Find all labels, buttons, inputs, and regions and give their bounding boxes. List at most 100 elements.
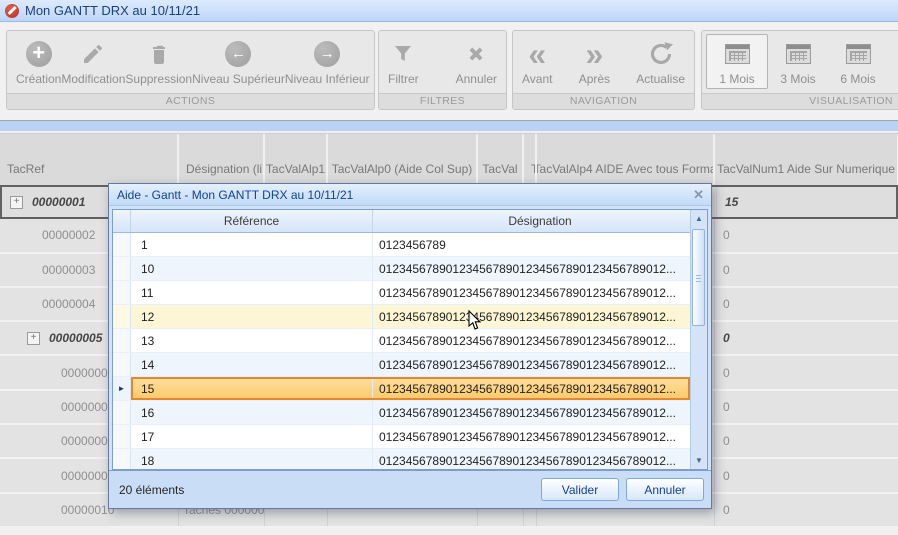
toolbar-button-label: Actualise <box>636 72 685 86</box>
dialog-titlebar[interactable]: Aide - Gantt - Mon GANTT DRX au 10/11/21… <box>109 184 711 206</box>
reference-cell: 1 <box>131 233 373 256</box>
row-gutter <box>113 353 131 376</box>
row-gutter <box>113 329 131 352</box>
toolbar-group-caption: FILTRES <box>379 93 506 109</box>
grid-header-row: TacRefDésignation (liTacValAlp1TacValAlp… <box>0 133 898 185</box>
column-header-tacval[interactable]: TacVal <box>478 134 524 185</box>
row-gutter <box>113 449 131 469</box>
toolbar-button-label: Niveau Inférieur <box>285 72 370 86</box>
app-icon <box>5 4 19 18</box>
tacvalnum1-cell: 0 <box>715 219 898 251</box>
toolbar-button-label: Filtrer <box>388 72 419 86</box>
annuler-button[interactable]: Annuler <box>626 478 704 501</box>
designation-cell: 0123456789012345678901234567890123456789… <box>373 425 690 448</box>
dialog-row-16[interactable]: 1601234567890123456789012345678901234567… <box>113 401 690 425</box>
dialog-row-1[interactable]: 10123456789 <box>113 233 690 257</box>
scroll-down-icon[interactable]: ▼ <box>691 456 707 465</box>
num-value: 15 <box>725 195 738 209</box>
valider-button[interactable]: Valider <box>541 478 619 501</box>
tacvalnum1-cell: 0 <box>715 322 898 354</box>
toolbar-button-niveau-superieur[interactable]: ←Niveau Supérieur <box>192 38 285 86</box>
dialog-row-17[interactable]: 1701234567890123456789012345678901234567… <box>113 425 690 449</box>
dialog-row-12[interactable]: 1201234567890123456789012345678901234567… <box>113 305 690 329</box>
toolbar-button-label: Modification <box>61 72 125 86</box>
column-header-designation-li[interactable]: Désignation (li <box>179 134 265 185</box>
dialog-table: RéférenceDésignation 1012345678910012345… <box>112 209 708 470</box>
toolbar-button-label: Avant <box>522 72 552 86</box>
tacref-value: 00000001 <box>32 195 85 209</box>
num-value: 0 <box>723 297 730 311</box>
toolbar-group-visualisation: 1 Mois3 Mois6 Mois VISUALISATION <box>701 30 898 110</box>
toolbar-button-avant[interactable]: «Avant <box>522 38 552 86</box>
dialog-column-header-designation[interactable]: Désignation <box>373 210 707 232</box>
toolbar-button-niveau-inferieur[interactable]: → Niveau Inférieur <box>285 38 370 86</box>
dialog-rows: 1012345678910012345678901234567890123456… <box>113 233 690 469</box>
window-title: Mon GANTT DRX au 10/11/21 <box>25 3 200 18</box>
trash-icon <box>147 38 171 70</box>
dialog-row-18[interactable]: 1801234567890123456789012345678901234567… <box>113 449 690 469</box>
toolbar-button-6-mois[interactable]: 6 Mois <box>828 38 888 86</box>
arrow-right-circle-icon: → <box>314 38 340 70</box>
dialog-row-15[interactable]: ►150123456789012345678901234567890123456… <box>113 377 690 401</box>
reference-cell: 14 <box>131 353 373 376</box>
reference-cell: 11 <box>131 281 373 304</box>
toolbar-button-filtrer[interactable]: Filtrer <box>388 38 419 86</box>
toolbar-button-creation[interactable]: +Création <box>16 38 61 86</box>
dialog-row-13[interactable]: 1301234567890123456789012345678901234567… <box>113 329 690 353</box>
arrow-left-circle-icon: ← <box>225 38 251 70</box>
dialog-column-header-reference[interactable]: Référence <box>131 210 373 232</box>
designation-cell: 0123456789012345678901234567890123456789… <box>373 401 690 424</box>
num-value: 0 <box>723 469 730 483</box>
dialog-row-10[interactable]: 1001234567890123456789012345678901234567… <box>113 257 690 281</box>
scroll-grip-icon <box>696 275 701 283</box>
toolbar-group-caption: VISUALISATION <box>702 93 898 109</box>
reference-cell: 12 <box>131 305 373 328</box>
column-header-t[interactable]: T <box>524 134 537 185</box>
designation-cell: 0123456789012345678901234567890123456789… <box>373 257 690 280</box>
toolbar-button-annuler[interactable]: Annuler <box>456 38 497 86</box>
tacref-value: 00000004 <box>42 297 95 311</box>
num-value: 0 <box>723 263 730 277</box>
num-value: 0 <box>723 400 730 414</box>
toolbar-button-actualise[interactable]: Actualise <box>636 38 685 86</box>
calendar-3-icon <box>786 38 811 70</box>
dialog-row-14[interactable]: 1401234567890123456789012345678901234567… <box>113 353 690 377</box>
designation-cell: 0123456789012345678901234567890123456789… <box>373 377 690 400</box>
dialog-scrollbar[interactable]: ▲ ▼ <box>690 210 707 469</box>
toolbar-button-1-mois[interactable]: 1 Mois <box>706 34 768 89</box>
column-header-tacvalalp1[interactable]: TacValAlp1 <box>265 134 328 185</box>
designation-cell: 0123456789012345678901234567890123456789… <box>373 281 690 304</box>
close-icon[interactable]: ✕ <box>693 187 704 203</box>
row-gutter <box>113 305 131 328</box>
tacvalnum1-cell: 0 <box>715 254 898 286</box>
toolbar-button-apres[interactable]: »Après <box>579 38 610 86</box>
designation-cell: 0123456789012345678901234567890123456789… <box>373 353 690 376</box>
column-header-tacvalnum1-aide-sur-numerique[interactable]: TacValNum1 Aide Sur Numerique <box>715 134 898 185</box>
scroll-thumb[interactable] <box>692 229 705 326</box>
reference-cell: 13 <box>131 329 373 352</box>
window-titlebar: Mon GANTT DRX au 10/11/21 <box>0 0 898 22</box>
aide-dialog: Aide - Gantt - Mon GANTT DRX au 10/11/21… <box>108 183 712 509</box>
refresh-icon <box>648 38 674 70</box>
tacref-value: 00000008 <box>61 434 114 448</box>
toolbar-button-3-mois[interactable]: 3 Mois <box>768 38 828 86</box>
toolbar-group-navigation: «Avant»AprèsActualiseNAVIGATION <box>512 30 695 110</box>
toolbar: +CréationModificationSuppression←Niveau … <box>0 23 898 121</box>
dialog-row-11[interactable]: 1101234567890123456789012345678901234567… <box>113 281 690 305</box>
tacref-value: 00000005 <box>49 331 102 345</box>
tacvalnum1-cell: 0 <box>715 288 898 320</box>
expand-icon[interactable]: + <box>10 196 23 209</box>
tacvalnum1-cell: 0 <box>715 494 898 526</box>
expand-icon[interactable]: + <box>27 332 40 345</box>
column-header-tacvalalp4-aide-avec-tous-forma[interactable]: TacValAlp4 AIDE Avec tous Forma <box>537 134 715 185</box>
column-header-tacref[interactable]: TacRef <box>0 134 179 185</box>
toolbar-button-modification[interactable]: Modification <box>61 38 125 86</box>
dialog-footer: 20 éléments Valider Annuler <box>109 470 711 508</box>
row-gutter <box>113 257 131 280</box>
tacvalnum1-cell: 0 <box>715 391 898 423</box>
reference-cell: 15 <box>131 377 373 400</box>
scroll-up-icon[interactable]: ▲ <box>691 214 707 223</box>
column-header-tacvalalp0-aide-col-sup[interactable]: TacValAlp0 (Aide Col Sup) <box>328 134 478 185</box>
toolbar-button-suppression[interactable]: Suppression <box>125 38 192 86</box>
designation-cell: 0123456789012345678901234567890123456789… <box>373 305 690 328</box>
